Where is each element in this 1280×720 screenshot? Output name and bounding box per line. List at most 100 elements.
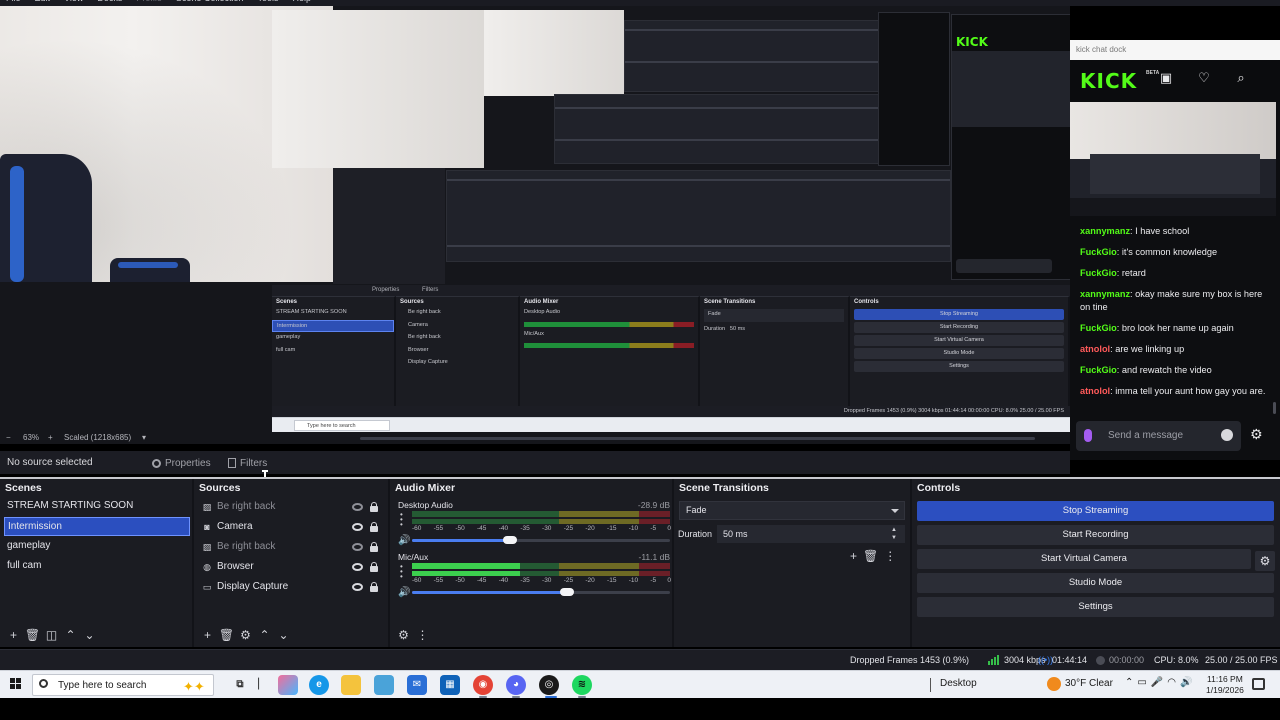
lock-icon[interactable] <box>370 562 378 572</box>
source-item[interactable]: ◍ Browser <box>200 558 382 576</box>
advanced-audio-icon[interactable]: ⚙ <box>394 626 413 644</box>
mic-icon[interactable] <box>1084 429 1092 442</box>
gear-icon[interactable]: ⚙ <box>1250 426 1263 443</box>
trash-icon[interactable]: 🗑 <box>217 626 236 644</box>
stop-streaming-button[interactable]: Stop Streaming <box>917 501 1274 521</box>
eye-icon[interactable] <box>352 583 363 591</box>
copilot-icon[interactable] <box>278 675 298 695</box>
source-item[interactable]: ▨ Be right back <box>200 538 382 556</box>
notification-icon[interactable] <box>1252 678 1265 690</box>
heart-icon[interactable]: ♡ <box>1196 70 1212 86</box>
lock-icon[interactable] <box>370 522 378 532</box>
menu-item[interactable]: File <box>6 0 21 3</box>
add-transition-icon[interactable]: + <box>850 549 857 563</box>
scene-item[interactable]: gameplay <box>4 537 190 556</box>
eye-hidden-icon[interactable] <box>352 543 363 551</box>
screen-icon[interactable]: ▣ <box>1158 70 1174 86</box>
zoom-out-button[interactable]: − <box>6 433 11 442</box>
search-icon[interactable]: ⌕ <box>1233 70 1249 86</box>
chat-username[interactable]: xannymanz <box>1080 226 1130 236</box>
chat-username[interactable]: atnolol <box>1080 386 1110 396</box>
scene-item[interactable]: full cam <box>4 557 190 576</box>
zoom-in-button[interactable]: + <box>48 433 53 442</box>
studio-mode-button[interactable]: Studio Mode <box>917 573 1274 593</box>
menu-dots-icon[interactable]: • • • <box>400 563 403 581</box>
chat-input[interactable]: Send a message <box>1076 421 1241 451</box>
menu-item[interactable]: Profile <box>136 0 162 3</box>
eye-icon[interactable] <box>352 563 363 571</box>
duration-input[interactable]: 50 ms ▲ ▼ <box>717 525 905 543</box>
scale-dropdown-icon[interactable]: ▾ <box>142 433 146 442</box>
volume-slider-handle[interactable] <box>559 588 574 596</box>
filter-icon[interactable]: ◫ <box>42 626 61 644</box>
weather[interactable]: 30°F Clear <box>1065 678 1113 689</box>
menu-dots-icon[interactable]: ⋮ <box>413 626 432 644</box>
lock-icon[interactable] <box>370 542 378 552</box>
lock-icon[interactable] <box>370 582 378 592</box>
speaker-icon[interactable]: 🔊 <box>398 535 410 546</box>
task-view-icon[interactable]: ⧉ <box>230 675 250 695</box>
add-source-icon[interactable]: + <box>198 626 217 644</box>
virtual-camera-settings-icon[interactable]: ⚙ <box>1255 551 1275 571</box>
obs-icon[interactable]: ◎ <box>539 675 559 695</box>
desktop-toolbar[interactable]: Desktop <box>940 678 977 689</box>
menu-item[interactable]: Edit <box>35 0 51 3</box>
chat-username[interactable]: FuckGio <box>1080 268 1117 278</box>
chat-scrollbar[interactable] <box>1273 402 1276 414</box>
taskbar-search[interactable]: Type here to search ✦✦ <box>32 674 214 696</box>
photos-icon[interactable] <box>374 675 394 695</box>
menu-dots-icon[interactable]: ⋮ <box>884 549 896 563</box>
tick-label: -30 <box>542 577 552 584</box>
chat-username[interactable]: xannymanz <box>1080 289 1130 299</box>
mail-icon[interactable]: ✉ <box>407 675 427 695</box>
menu-item[interactable]: Help <box>292 0 311 3</box>
clock[interactable]: 11:16 PM 1/19/2026 <box>1206 674 1244 696</box>
spotify-icon[interactable]: ≋ <box>572 675 592 695</box>
preview-scrollbar[interactable] <box>360 437 1035 440</box>
chrome-icon[interactable]: ◉ <box>473 675 493 695</box>
move-up-icon[interactable]: ⌃ <box>255 626 274 644</box>
emoji-icon[interactable] <box>1221 429 1233 441</box>
speaker-icon[interactable]: 🔊 <box>398 587 410 598</box>
start-virtual-camera-button[interactable]: Start Virtual Camera <box>917 549 1251 569</box>
edge-icon[interactable]: e <box>309 675 329 695</box>
menu-item[interactable]: Docks <box>97 0 122 3</box>
trash-icon[interactable]: 🗑 <box>863 549 878 563</box>
scene-item[interactable]: Intermission <box>4 517 190 536</box>
chat-username[interactable]: atnolol <box>1080 344 1110 354</box>
scene-item[interactable]: STREAM STARTING SOON <box>4 497 190 516</box>
obs-preview[interactable]: KICK Properties Filters Scenes STREAM ST… <box>0 6 1070 432</box>
menu-item[interactable]: View <box>64 0 83 3</box>
chat-text: : imma tell your aunt how gay you are. <box>1110 386 1266 396</box>
gear-icon[interactable]: ⚙ <box>236 626 255 644</box>
system-tray-icons[interactable]: ⌃▭🎤◠🔊 <box>1125 677 1196 688</box>
store-icon[interactable]: ▦ <box>440 675 460 695</box>
file-explorer-icon[interactable] <box>341 675 361 695</box>
move-up-icon[interactable]: ⌃ <box>61 626 80 644</box>
chat-username[interactable]: FuckGio <box>1080 365 1117 375</box>
menu-item[interactable]: Scene Collection <box>176 0 244 3</box>
chat-username[interactable]: FuckGio <box>1080 247 1117 257</box>
windows-start-icon[interactable] <box>10 678 22 690</box>
source-item[interactable]: ▨ Be right back <box>200 498 382 516</box>
source-item[interactable]: ◙ Camera <box>200 518 382 536</box>
menu-item[interactable]: Tools <box>257 0 278 3</box>
settings-button[interactable]: Settings <box>917 597 1274 617</box>
eye-icon[interactable] <box>352 523 363 531</box>
start-recording-button[interactable]: Start Recording <box>917 525 1274 545</box>
move-down-icon[interactable]: ⌄ <box>274 626 293 644</box>
spinner-icon[interactable]: ▲ ▼ <box>891 526 897 542</box>
source-item[interactable]: ▭ Display Capture <box>200 578 382 596</box>
properties-button[interactable]: Properties <box>148 454 215 472</box>
discord-icon[interactable]: ◕ <box>506 675 526 695</box>
move-down-icon[interactable]: ⌄ <box>80 626 99 644</box>
chat-username[interactable]: FuckGio <box>1080 323 1117 333</box>
lock-icon[interactable] <box>370 502 378 512</box>
chat-message: FuckGio: it's common knowledge <box>1080 246 1275 259</box>
transition-select[interactable]: Fade <box>679 501 905 520</box>
trash-icon[interactable]: 🗑 <box>23 626 42 644</box>
eye-hidden-icon[interactable] <box>352 503 363 511</box>
menu-dots-icon[interactable]: • • • <box>400 511 403 529</box>
add-scene-icon[interactable]: + <box>4 626 23 644</box>
volume-slider-handle[interactable] <box>503 536 518 544</box>
